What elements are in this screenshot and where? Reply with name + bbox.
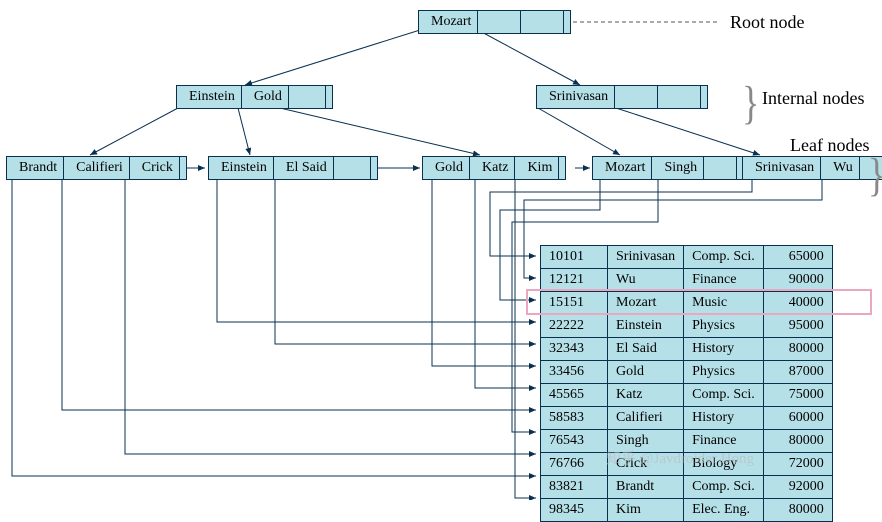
leaf-node-0: BrandtCalifieriCrick (6, 156, 187, 180)
table-row: 22222EinsteinPhysics95000 (541, 315, 833, 338)
table-row: 12121WuFinance90000 (541, 269, 833, 292)
leaf-node-2: GoldKatzKim (422, 156, 566, 180)
table-row: 33456GoldPhysics87000 (541, 361, 833, 384)
table-row: 15151MozartMusic40000 (541, 292, 833, 315)
table-row: 32343El SaidHistory80000 (541, 338, 833, 361)
table-row: 10101SrinivasanComp. Sci.65000 (541, 246, 833, 269)
internal-node-0: EinsteinGold (176, 85, 333, 109)
internal-node-1: Srinivasan (536, 85, 708, 109)
brace-icon: } (742, 76, 759, 131)
brace-icon: } (868, 148, 882, 203)
leaf-node-3: MozartSingh (592, 156, 744, 180)
data-table: 10101SrinivasanComp. Sci.6500012121WuFin… (540, 245, 833, 522)
watermark: 知乎 @Javdroider Hong (606, 447, 754, 468)
table-row: 83821BrandtComp. Sci.92000 (541, 476, 833, 499)
table-row: 45565KatzComp. Sci.75000 (541, 384, 833, 407)
root-node: Mozart (418, 10, 571, 34)
table-row: 98345KimElec. Eng.80000 (541, 499, 833, 522)
label-root: Root node (730, 12, 805, 33)
label-leaf: Leaf nodes (790, 135, 869, 156)
leaf-node-1: EinsteinEl Said (208, 156, 378, 180)
label-internal: Internal nodes (762, 88, 864, 109)
table-row: 58583CalifieriHistory60000 (541, 407, 833, 430)
key: Mozart (425, 11, 478, 33)
leaf-node-4: SrinivasanWu (742, 156, 882, 180)
